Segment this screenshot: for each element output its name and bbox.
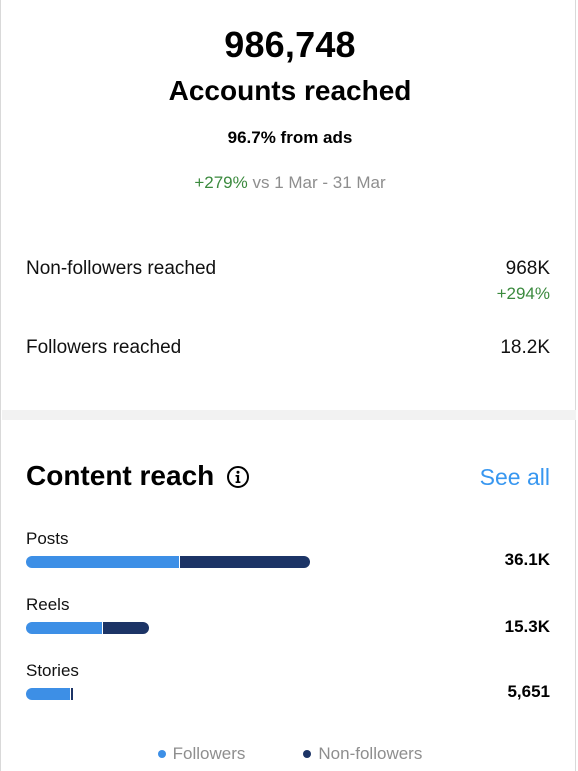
non-followers-segment (103, 622, 149, 634)
followers-reached-value: 18.2K (500, 337, 550, 358)
followers-segment (26, 556, 179, 568)
ads-share-text: 96.7% from ads (227, 128, 353, 147)
content-reach-header: Content reach (26, 460, 250, 492)
reach-value-stories: 5,651 (507, 682, 550, 701)
non-followers-segment (180, 556, 310, 568)
section-divider (2, 410, 576, 420)
legend-followers: Followers (157, 744, 246, 764)
non-followers-reached-label: Non-followers reached (26, 258, 217, 279)
non-followers-change: +294% (496, 284, 550, 303)
info-circle-icon[interactable] (226, 464, 250, 488)
content-type-label-stories: Stories (26, 661, 79, 680)
reach-bar-stories (26, 688, 73, 700)
reach-bar-reels (26, 622, 149, 634)
non-followers-reached-value: 968K (505, 258, 550, 279)
content-type-label-reels: Reels (26, 595, 70, 614)
non-followers-segment (71, 688, 73, 700)
content-type-label-posts: Posts (26, 529, 69, 548)
legend-non-followers-label: Non-followers (318, 744, 423, 763)
chart-legend: Followers Non-followers (1, 744, 578, 764)
followers-segment (26, 622, 102, 634)
change-percentage: +279% (194, 173, 248, 192)
accounts-reached-count: 986,748 (224, 24, 356, 65)
legend-non-followers: Non-followers (303, 744, 422, 764)
reach-value-reels: 15.3K (504, 617, 550, 636)
accounts-reached-label: Accounts reached (168, 75, 412, 106)
comparison-period: vs 1 Mar - 31 Mar (252, 173, 386, 192)
reach-value-posts: 36.1K (504, 550, 550, 569)
non-followers-dot-icon (303, 750, 312, 758)
reach-bar-posts (26, 556, 310, 568)
followers-segment (26, 688, 70, 700)
followers-dot-icon (157, 750, 166, 758)
comparison-text: +279% vs 1 Mar - 31 Mar (1, 173, 578, 193)
content-reach-title: Content reach (26, 460, 215, 491)
see-all-link[interactable]: See all (480, 464, 550, 491)
legend-followers-label: Followers (172, 744, 246, 763)
followers-reached-label: Followers reached (26, 337, 182, 358)
screen-frame: 986,748 Accounts reached 96.7% from ads … (0, 0, 576, 771)
